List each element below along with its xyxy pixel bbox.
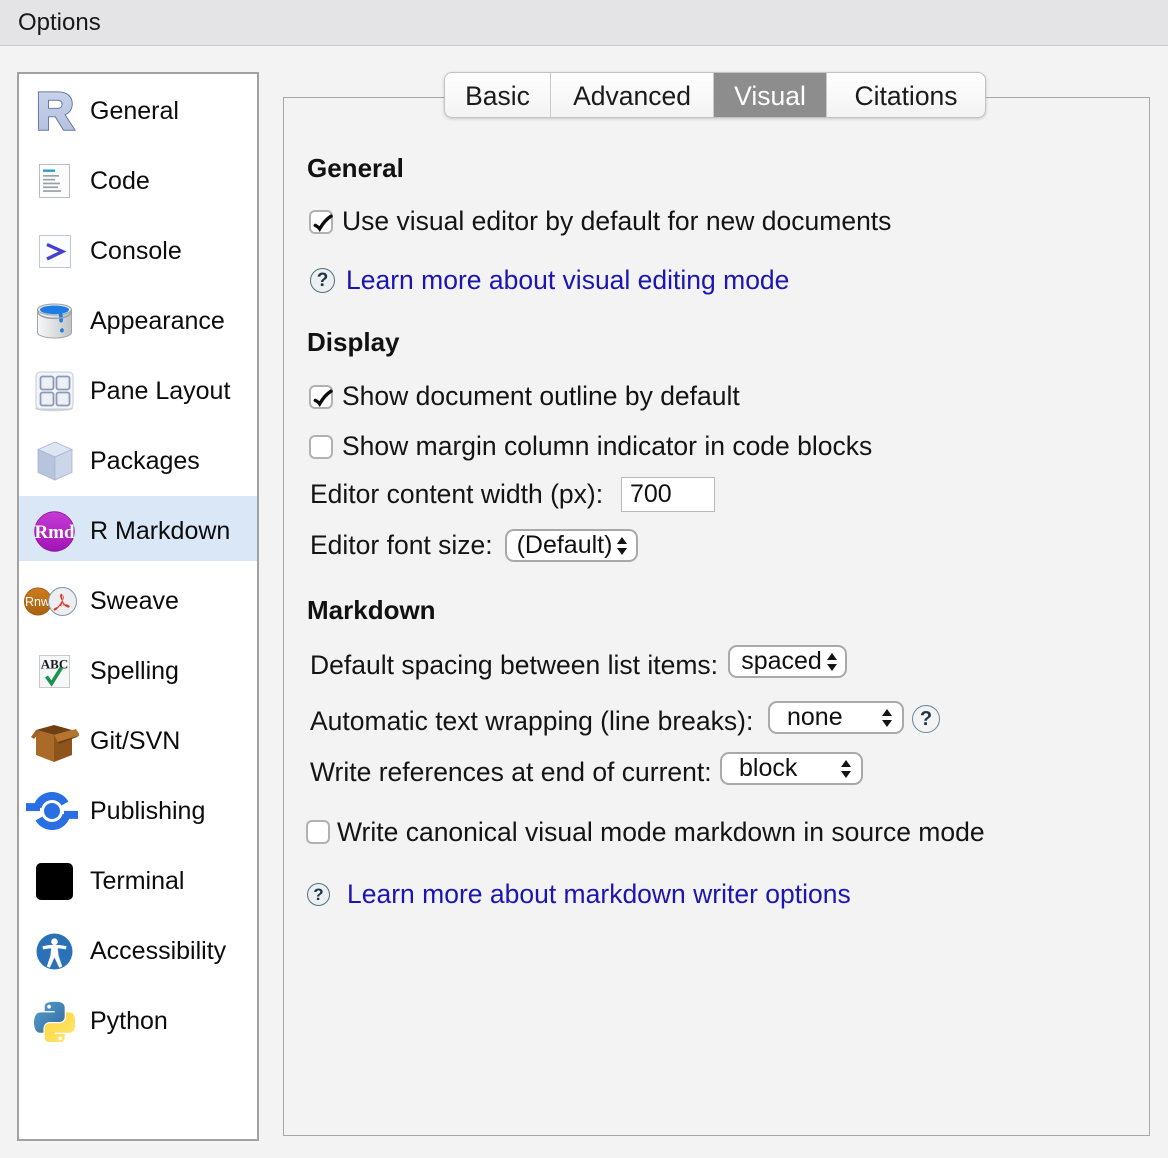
svg-text:Rnw: Rnw: [24, 595, 50, 609]
svg-text:R: R: [36, 83, 74, 141]
svg-text:Rmd: Rmd: [34, 522, 75, 543]
svg-text:ABC: ABC: [41, 656, 68, 671]
